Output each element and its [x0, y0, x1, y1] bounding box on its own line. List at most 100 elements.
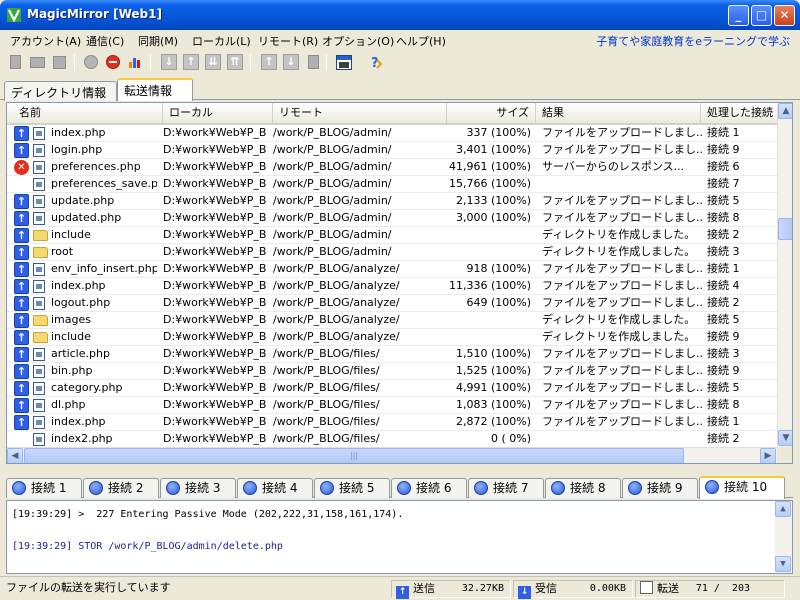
- cell-result: ファイルをアップロードしまし...: [542, 398, 702, 411]
- connection-tab[interactable]: 接続 7: [468, 478, 544, 498]
- table-row[interactable]: ✕ preferences.php D:¥work¥Web¥P_B... /work/…: [7, 159, 777, 176]
- cell-name: dl.php: [51, 398, 86, 411]
- document-icon: [640, 581, 653, 594]
- log-scroll-up-button[interactable]: ▲: [775, 501, 791, 517]
- promo-link[interactable]: 子育てや家庭教育をeラーニングで学ぶ: [596, 33, 790, 49]
- arrow-up-icon: ↑: [261, 54, 277, 70]
- vertical-scrollbar[interactable]: ▲ ▼: [777, 103, 792, 447]
- table-row[interactable]: index2.php D:¥work¥Web¥P_B... /work/P_BLOG…: [7, 431, 777, 448]
- stop-button[interactable]: [104, 53, 122, 71]
- scroll-up-button[interactable]: ▲: [778, 103, 792, 119]
- info-button[interactable]: [126, 53, 144, 71]
- cell-name: article.php: [51, 347, 110, 360]
- minimize-button[interactable]: _: [728, 5, 749, 26]
- horizontal-scrollbar[interactable]: ◀ ||| ▶: [7, 447, 777, 463]
- maximize-button[interactable]: □: [751, 5, 772, 26]
- table-row[interactable]: ↑ include D:¥work¥Web¥P_B... /work/P_BLOG/a…: [7, 227, 777, 244]
- column-local[interactable]: ローカル: [163, 103, 273, 125]
- cell-result: サーバーからのレスポンス...: [542, 160, 685, 173]
- connection-tab[interactable]: 接続 1: [6, 478, 82, 498]
- properties-button[interactable]: [304, 53, 322, 71]
- column-result[interactable]: 結果: [536, 103, 701, 125]
- cell-size: 2,872 (100%): [455, 415, 531, 428]
- menu-sync[interactable]: 同期(M): [138, 33, 178, 49]
- connection-icon: [628, 481, 642, 495]
- connection-tab[interactable]: 接続 3: [160, 478, 236, 498]
- cell-name: index.php: [51, 126, 106, 139]
- move-down-button[interactable]: ↓: [282, 53, 300, 71]
- table-row[interactable]: ↑ include D:¥work¥Web¥P_B... /work/P_BLOG/a…: [7, 329, 777, 346]
- menu-remote[interactable]: リモート(R): [258, 33, 318, 49]
- move-up-button[interactable]: ↑: [260, 53, 278, 71]
- title-bar[interactable]: MagicMirror [Web1] _ □ ✕: [0, 0, 800, 30]
- menu-connection[interactable]: 通信(C): [86, 33, 124, 49]
- scroll-down-button[interactable]: ▼: [778, 430, 792, 446]
- connection-tab[interactable]: 接続 6: [391, 478, 467, 498]
- table-row[interactable]: ↑ dl.php D:¥work¥Web¥P_B... /work/P_BLOG/fi…: [7, 397, 777, 414]
- cell-size: 1,083 (100%): [455, 398, 531, 411]
- table-row[interactable]: ↑ category.php D:¥work¥Web¥P_B... /work/P_B…: [7, 380, 777, 397]
- connection-tab[interactable]: 接続 8: [545, 478, 621, 498]
- tab-transfer-info[interactable]: 転送情報: [117, 78, 193, 101]
- menu-account[interactable]: アカウント(A): [10, 33, 81, 49]
- document-icon: [307, 55, 319, 69]
- connection-tab[interactable]: 接続 9: [622, 478, 698, 498]
- save-button[interactable]: [50, 53, 68, 71]
- table-row[interactable]: ↑ index.php D:¥work¥Web¥P_B... /work/P_BLOG…: [7, 125, 777, 142]
- download-button[interactable]: ↓: [160, 53, 178, 71]
- horizontal-scroll-thumb[interactable]: |||: [24, 448, 684, 463]
- column-name[interactable]: 名前: [7, 103, 163, 125]
- table-row[interactable]: ↑ images D:¥work¥Web¥P_B... /work/P_BLOG/an…: [7, 312, 777, 329]
- cell-connection: 接続 7: [707, 177, 740, 190]
- upload-arrow-icon: ↑: [14, 211, 31, 226]
- cell-local: D:¥work¥Web¥P_B...: [163, 296, 266, 309]
- log-panel[interactable]: [19:39:29] > 227 Entering Passive Mode (…: [6, 500, 793, 574]
- upload-arrow-icon: ↑: [14, 364, 31, 379]
- transfer-list[interactable]: 名前 ローカル リモート サイズ 結果 処理した接続 ↑ index.php D:¥…: [6, 102, 793, 464]
- table-row[interactable]: ↑ bin.php D:¥work¥Web¥P_B... /work/P_BLOG/f…: [7, 363, 777, 380]
- upload-button[interactable]: ↑: [182, 53, 200, 71]
- menu-help[interactable]: ヘルプ(H): [396, 33, 446, 49]
- scroll-thumb[interactable]: [778, 218, 792, 240]
- upload-all-button[interactable]: ⇈: [226, 53, 244, 71]
- connection-tab[interactable]: 接続 2: [83, 478, 159, 498]
- log-scroll-down-button[interactable]: ▼: [775, 556, 791, 572]
- table-row[interactable]: ↑ article.php D:¥work¥Web¥P_B... /work/P_BL…: [7, 346, 777, 363]
- new-account-button[interactable]: [6, 53, 24, 71]
- column-size[interactable]: サイズ: [447, 103, 536, 125]
- tab-directory-info[interactable]: ディレクトリ情報: [4, 81, 117, 101]
- table-row[interactable]: ↑ root D:¥work¥Web¥P_B... /work/P_BLOG/admi…: [7, 244, 777, 261]
- table-row[interactable]: ↑ index.php D:¥work¥Web¥P_B... /work/P_BLOG…: [7, 278, 777, 295]
- cell-connection: 接続 6: [707, 160, 740, 173]
- help-button[interactable]: ?: [366, 53, 384, 71]
- table-row[interactable]: preferences_save.p... D:¥work¥Web¥P_B... /…: [7, 176, 777, 193]
- column-connection[interactable]: 処理した接続: [701, 103, 777, 125]
- table-row[interactable]: ↑ logout.php D:¥work¥Web¥P_B... /work/P_BLO…: [7, 295, 777, 312]
- download-all-button[interactable]: ⇊: [204, 53, 222, 71]
- log-scrollbar[interactable]: ▲ ▼: [775, 501, 792, 573]
- close-button[interactable]: ✕: [774, 5, 795, 26]
- open-button[interactable]: [28, 53, 46, 71]
- menu-options[interactable]: オプション(O): [322, 33, 394, 49]
- table-row[interactable]: ↑ updated.php D:¥work¥Web¥P_B... /work/P_BL…: [7, 210, 777, 227]
- log-view-button[interactable]: [335, 53, 353, 71]
- column-remote[interactable]: リモート: [273, 103, 447, 125]
- connection-tab-label: 接続 4: [262, 481, 298, 495]
- cell-result: ファイルをアップロードしまし...: [542, 211, 702, 224]
- connect-button[interactable]: [82, 53, 100, 71]
- menu-local[interactable]: ローカル(L): [192, 33, 251, 49]
- cell-remote: /work/P_BLOG/admin/: [273, 194, 392, 207]
- table-row[interactable]: ↑ index.php D:¥work¥Web¥P_B... /work/P_BLOG…: [7, 414, 777, 431]
- help-icon: ?: [371, 56, 383, 70]
- table-row[interactable]: ↑ update.php D:¥work¥Web¥P_B... /work/P_BLO…: [7, 193, 777, 210]
- scroll-left-button[interactable]: ◀: [7, 448, 23, 463]
- connection-tab[interactable]: 接続 10: [699, 476, 785, 499]
- table-row[interactable]: ↑ login.php D:¥work¥Web¥P_B... /work/P_BLOG…: [7, 142, 777, 159]
- status-empty: [14, 432, 31, 447]
- upload-arrow-icon: ↑: [14, 126, 31, 141]
- scroll-right-button[interactable]: ▶: [760, 448, 776, 463]
- error-icon: ✕: [14, 160, 31, 175]
- connection-tab[interactable]: 接続 4: [237, 478, 313, 498]
- connection-tab[interactable]: 接続 5: [314, 478, 390, 498]
- table-row[interactable]: ↑ env_info_insert.php D:¥work¥Web¥P_B... /w…: [7, 261, 777, 278]
